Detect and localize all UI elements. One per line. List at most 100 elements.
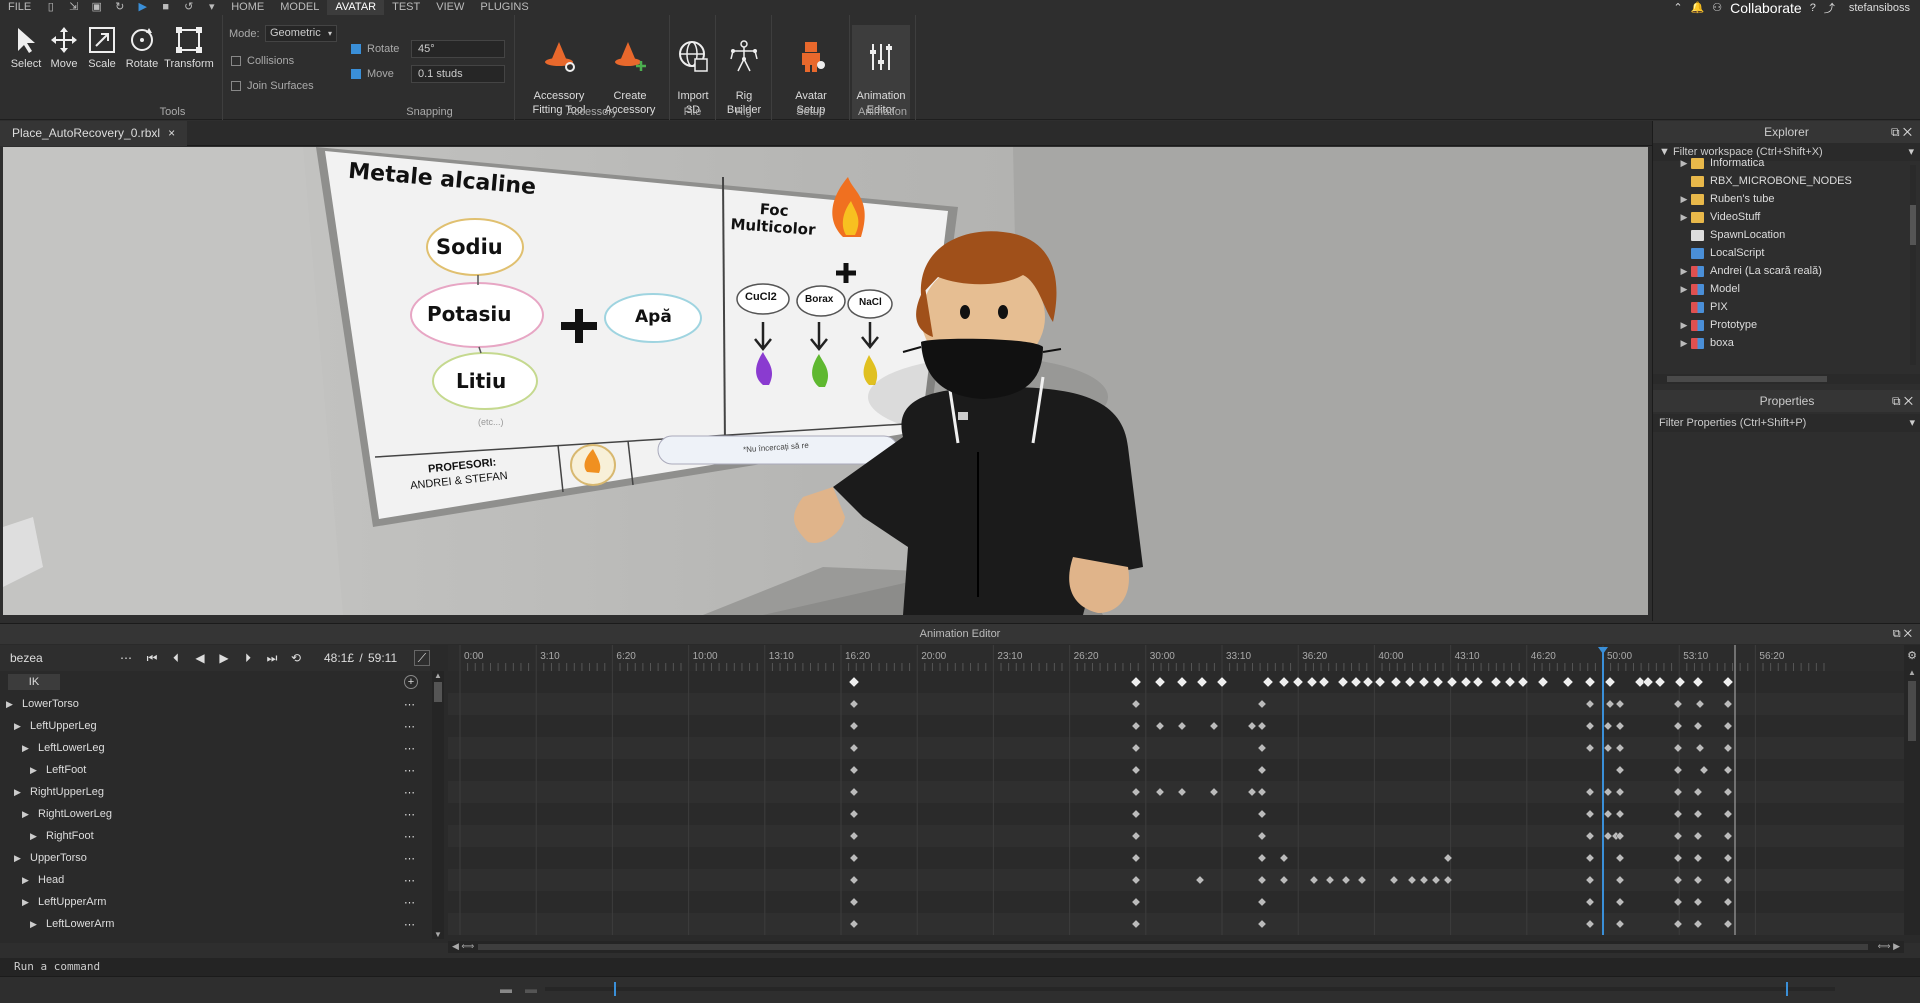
move-snap-input[interactable]: 0.1 studs [411,65,505,83]
menu-model[interactable]: MODEL [272,0,327,15]
step-forward-icon[interactable]: ⏵ [236,651,260,666]
explorer-item[interactable]: ▶ Andrei (La scară reală) [1677,262,1920,280]
timeline-right-scrollbar[interactable]: ⚙ ▲ [1904,645,1920,935]
explorer-item[interactable]: PIX [1677,298,1920,316]
timeline-hscroll[interactable]: ◀ ⟺ ⟺ ▶ [448,941,1904,953]
timeline-canvas[interactable]: 0:00 3:10 6:20 10:00 13:10 16:20 20:00 23:10 26:… [448,645,1904,935]
expand-arrow-icon[interactable]: ▶ [1677,284,1691,295]
username[interactable]: stefansiboss [1849,2,1910,14]
expand-arrow-icon[interactable]: ▶ [1677,266,1691,277]
help-icon[interactable]: ? [1810,2,1816,14]
track-row[interactable]: ▶ Head ⋯ [0,869,430,891]
accessory-fitting-tool-button[interactable]: Accessory Fitting Tool [523,25,595,117]
expand-arrow-icon[interactable]: ▶ [14,853,26,864]
more-icon[interactable]: ⋯ [404,896,415,909]
expand-arrow-icon[interactable]: ▶ [14,721,26,732]
redo-icon[interactable]: ↻ [114,2,125,13]
explorer-item[interactable]: ▶ butelie [1677,352,1920,356]
rotate-snap-input[interactable]: 45° [411,40,505,58]
open-file-icon[interactable]: ⇲ [68,2,79,13]
explorer-item[interactable]: ▶ Ruben's tube [1677,190,1920,208]
track-row[interactable]: ▶ LeftLowerArm ⋯ [0,913,430,935]
command-bar-input[interactable]: Run a command [0,958,1920,976]
explorer-item[interactable]: LocalScript [1677,244,1920,262]
track-row[interactable]: ▶ LeftUpperLeg ⋯ [0,715,430,737]
explorer-hscroll[interactable] [1653,374,1920,384]
move-snap-checkbox[interactable]: Move [351,68,394,80]
stop-icon[interactable]: ■ [160,2,171,13]
menu-avatar[interactable]: AVATAR [327,0,385,15]
track-row[interactable]: ▶ LeftFoot ⋯ [0,759,430,781]
expand-arrow-icon[interactable]: ▶ [22,897,34,908]
menu-view[interactable]: VIEW [428,0,472,15]
menu-file[interactable]: FILE [0,0,39,15]
menu-home[interactable]: HOME [223,0,272,15]
expand-arrow-icon[interactable]: ▶ [14,787,26,798]
expand-arrow-icon[interactable]: ▶ [30,831,42,842]
more-icon[interactable]: ⋯ [404,698,415,711]
play-icon[interactable]: ▶ [212,651,236,665]
track-scrollbar[interactable]: ▲ ▼ [432,671,444,939]
explorer-controls[interactable]: ⧉ ✕ [1891,121,1912,143]
expand-arrow-icon[interactable]: ▶ [6,699,18,710]
rig-builder-button[interactable]: Rig Builder [720,25,768,117]
collaborate-icon[interactable]: ⚇ [1712,1,1722,14]
track-row[interactable]: ▶ UpperTorso ⋯ [0,847,430,869]
expand-arrow-icon[interactable]: ▶ [22,809,34,820]
more-icon[interactable]: ⋯ [404,918,415,931]
curve-editor-icon[interactable]: ⟋ [414,650,430,666]
explorer-item[interactable]: SpawnLocation [1677,226,1920,244]
more-icon[interactable]: ⋯ [404,742,415,755]
collaborate-button[interactable]: Collaborate [1730,0,1802,16]
explorer-item[interactable]: ▶ Informatica [1677,154,1920,172]
current-time-input[interactable]: 48:1£ [322,651,354,665]
transform-tool[interactable]: Transform [164,25,214,71]
explorer-item[interactable]: ▶ Prototype [1677,316,1920,334]
close-tab-icon[interactable]: × [168,121,175,146]
expand-arrow-icon[interactable]: ▶ [30,765,42,776]
end-time-input[interactable]: 59:11 [368,651,402,665]
play-icon[interactable]: ▶ [137,2,148,13]
folder-icon[interactable]: ▬ [500,982,512,996]
track-row[interactable]: ▶ LeftUpperArm ⋯ [0,891,430,913]
more-icon[interactable]: ⋯ [120,651,140,665]
settings-gear-icon[interactable]: ⚙ [1904,649,1920,662]
document-tab[interactable]: Place_AutoRecovery_0.rbxl × [0,121,188,146]
animation-name[interactable]: bezea [10,651,120,665]
expand-arrow-icon[interactable]: ▶ [22,743,34,754]
rotate-snap-checkbox[interactable]: Rotate [351,43,399,55]
skip-end-icon[interactable]: ⏭ [260,651,284,666]
collapse-ribbon-icon[interactable]: ⌃ [1673,1,1682,14]
skip-start-icon[interactable]: ⏮ [140,651,164,666]
ik-button[interactable]: IK [8,674,60,690]
expand-arrow-icon[interactable]: ▶ [1677,158,1691,169]
customize-toolbar-icon[interactable]: ▾ [206,2,217,13]
animation-editor-button[interactable]: Animation Editor [852,25,910,119]
track-row[interactable]: ▶ LowerTorso ⋯ [0,693,430,715]
move-tool[interactable]: Move [46,25,82,71]
add-track-icon[interactable]: + [404,675,418,689]
menu-plugins[interactable]: PLUGINS [472,0,536,15]
properties-filter-input[interactable]: Filter Properties (Ctrl+Shift+P) ▾ [1653,414,1920,432]
expand-arrow-icon[interactable]: ▶ [30,919,42,930]
more-icon[interactable]: ⋯ [404,874,415,887]
expand-arrow-icon[interactable]: ▶ [1677,356,1691,357]
menu-test[interactable]: TEST [384,0,428,15]
scale-tool[interactable]: Scale [84,25,120,71]
track-row[interactable]: ▶ RightFoot ⋯ [0,825,430,847]
track-row[interactable]: ▶ LeftLowerLeg ⋯ [0,737,430,759]
new-file-icon[interactable]: ▯ [45,2,56,13]
collisions-checkbox[interactable]: Collisions [231,55,294,67]
more-icon[interactable]: ⋯ [404,852,415,865]
trash-icon[interactable]: ▬ [525,982,537,996]
play-reverse-icon[interactable]: ◀ [188,651,212,665]
properties-controls[interactable]: ⧉ ✕ [1892,390,1913,412]
explorer-scrollbar[interactable] [1910,165,1916,365]
expand-arrow-icon[interactable]: ▶ [1677,212,1691,223]
undo-icon[interactable]: ↺ [183,2,194,13]
notification-icon[interactable]: 🔔 [1691,1,1705,14]
animation-editor-controls[interactable]: ⧉ ✕ [1893,624,1912,644]
save-icon[interactable]: ▣ [91,2,102,13]
rotate-tool[interactable]: Rotate [124,25,160,71]
loop-icon[interactable]: ⟲ [284,651,308,665]
